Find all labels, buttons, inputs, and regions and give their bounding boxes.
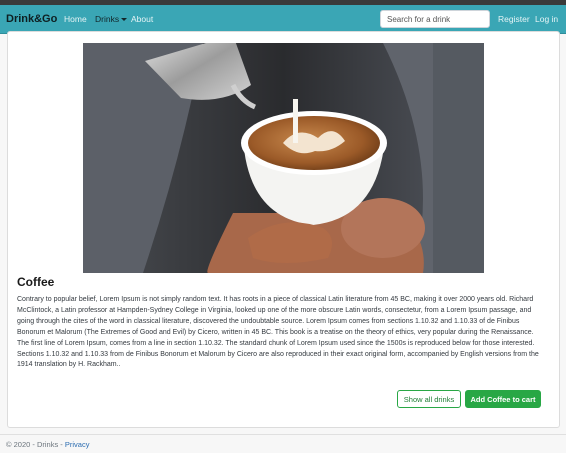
navbar: Drink&Go Home Drinks About Register Log … xyxy=(0,5,566,34)
brand-logo[interactable]: Drink&Go xyxy=(6,13,57,25)
product-image xyxy=(83,43,484,273)
footer-copyright: © 2020 - Drinks - xyxy=(6,440,65,449)
nav-home-link[interactable]: Home xyxy=(64,14,87,24)
chevron-down-icon xyxy=(121,18,128,22)
nav-register-link[interactable]: Register xyxy=(498,14,530,24)
add-to-cart-button[interactable]: Add Coffee to cart xyxy=(465,390,541,408)
nav-drinks-dropdown[interactable]: Drinks xyxy=(95,14,128,24)
privacy-link[interactable]: Privacy xyxy=(65,440,90,449)
product-description: Contrary to popular belief, Lorem Ipsum … xyxy=(17,296,539,369)
search-input[interactable] xyxy=(380,10,490,28)
show-all-drinks-button[interactable]: Show all drinks xyxy=(397,390,461,408)
nav-login-link[interactable]: Log in xyxy=(535,14,558,24)
nav-about-link[interactable]: About xyxy=(131,14,153,24)
product-title: Coffee xyxy=(17,275,55,289)
footer: © 2020 - Drinks - Privacy xyxy=(0,434,566,453)
nav-drinks-label: Drinks xyxy=(95,14,120,24)
product-card: Coffee Contrary to popular belief, Lorem… xyxy=(7,31,560,428)
